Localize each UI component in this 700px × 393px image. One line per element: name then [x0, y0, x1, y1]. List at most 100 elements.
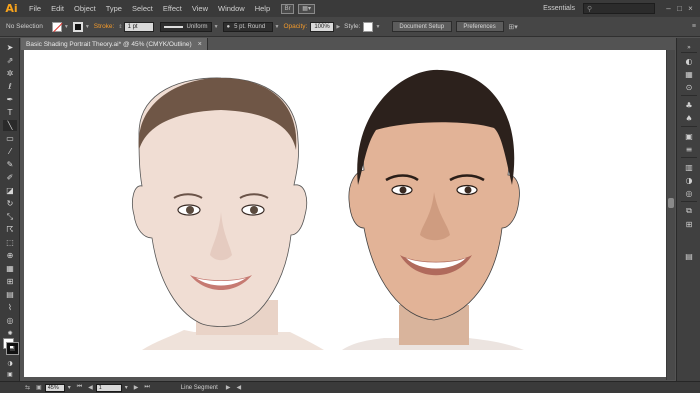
panel-menu-icon[interactable]: ≡	[692, 23, 696, 30]
color-guide-icon[interactable]: ▦	[682, 69, 696, 79]
app-logo: Ai	[5, 2, 18, 15]
tools-panel: ➤ ⇗ ✲ ℓ ✒ T ╲ ▭ ⁄ ✎ ✐ ◪ ↻ ⤡ ☈ ⬚ ⊕ ▦ ⊞ ▤ …	[0, 38, 20, 381]
stroke-swatch[interactable]	[72, 21, 83, 32]
document-title: Basic Shading Portrait Theory.ai* @ 45% …	[26, 40, 192, 48]
search-input[interactable]: ⚲	[583, 3, 655, 14]
chevron-right-icon[interactable]: ▶	[336, 24, 340, 30]
menu-view[interactable]: View	[187, 4, 213, 13]
brushes-icon[interactable]: ♣	[682, 100, 696, 110]
menu-effect[interactable]: Effect	[158, 4, 187, 13]
variable-width-profile[interactable]: Uniform	[159, 21, 212, 32]
chevron-down-icon[interactable]: ▾	[68, 384, 71, 391]
document-profile-icon[interactable]: ⇆	[25, 384, 30, 391]
stroke-weight-field[interactable]: 1 pt	[123, 21, 154, 32]
document-tab[interactable]: Basic Shading Portrait Theory.ai* @ 45% …	[21, 38, 208, 50]
type-tool-icon[interactable]: T	[3, 107, 17, 118]
magic-wand-tool-icon[interactable]: ✲	[3, 68, 17, 79]
eyedropper-tool-icon[interactable]: ⌇	[3, 302, 17, 313]
scroll-thumb[interactable]	[668, 198, 674, 208]
workspace-switcher[interactable]: Essentials	[543, 5, 575, 12]
collapse-panels-icon[interactable]: »	[682, 42, 696, 52]
menu-bar: Ai File Edit Object Type Select Effect V…	[0, 0, 700, 17]
shape-builder-tool-icon[interactable]: ⊕	[3, 250, 17, 261]
transparency-icon[interactable]: ◑	[682, 175, 696, 185]
selection-tool-icon[interactable]: ➤	[3, 42, 17, 53]
zoom-field[interactable]: 45%	[44, 383, 65, 392]
vertical-scrollbar[interactable]	[666, 50, 675, 380]
perspective-grid-tool-icon[interactable]: ▦	[3, 263, 17, 274]
swatches-icon[interactable]: ⊙	[682, 82, 696, 92]
screen-mode-icon[interactable]: ▣	[3, 369, 17, 380]
opacity-label[interactable]: Opacity:	[283, 23, 307, 30]
symbols-icon[interactable]: ♠	[682, 113, 696, 123]
align-icon[interactable]: ▤	[682, 251, 696, 261]
chevron-down-icon[interactable]: ▼	[64, 24, 69, 30]
blob-brush-tool-icon[interactable]: ✐	[3, 172, 17, 183]
graphic-styles-icon[interactable]: ▣	[682, 131, 696, 141]
arrange-icon[interactable]: ⊞▾	[508, 23, 517, 31]
bridge-button[interactable]: Br	[281, 3, 295, 14]
rectangle-tool-icon[interactable]: ▭	[3, 133, 17, 144]
color-panel-icon[interactable]: ◐	[682, 56, 696, 66]
stroke-stepper-icon[interactable]: ⇕	[118, 24, 122, 30]
status-bar: ⇆ ▣ 45% ▾ ⏮ ◀ 1 ▾ ▶ ⏭ Line Segment ▶ ◀	[0, 381, 700, 393]
line-segment-tool-icon[interactable]: ╲	[3, 120, 17, 131]
menu-type[interactable]: Type	[101, 4, 127, 13]
stroke-label[interactable]: Stroke:	[94, 23, 115, 30]
artboard-field[interactable]: 1	[95, 383, 122, 392]
brush-definition[interactable]: ● 5 pt. Round	[222, 21, 273, 32]
graphic-style-swatch[interactable]	[363, 21, 374, 32]
next-artboard-icon[interactable]: ▶	[134, 384, 139, 391]
pen-tool-icon[interactable]: ✒	[3, 94, 17, 105]
first-artboard-icon[interactable]: ⏮	[77, 384, 82, 391]
menu-help[interactable]: Help	[250, 4, 275, 13]
close-tab-icon[interactable]: ×	[198, 41, 202, 48]
warp-tool-icon[interactable]: ☈	[3, 224, 17, 235]
stroke-panel-icon[interactable]: ≡	[682, 144, 696, 154]
resize-icon[interactable]: ◀	[236, 384, 241, 391]
mesh-tool-icon[interactable]: ⊞	[3, 276, 17, 287]
menu-select[interactable]: Select	[127, 4, 158, 13]
chevron-down-icon[interactable]: ▼	[375, 24, 380, 30]
scale-tool-icon[interactable]: ⤡	[3, 211, 17, 222]
minimize-button[interactable]: –	[663, 4, 674, 13]
stroke-color-swatch[interactable]	[6, 342, 19, 355]
artboards-icon[interactable]: ⊞	[682, 219, 696, 229]
canvas-area[interactable]	[21, 50, 675, 380]
pencil-tool-icon[interactable]: ✎	[3, 159, 17, 170]
preferences-button[interactable]: Preferences	[456, 21, 505, 32]
previous-artboard-icon[interactable]: ◀	[88, 384, 93, 391]
free-transform-tool-icon[interactable]: ⬚	[3, 237, 17, 248]
chevron-down-icon[interactable]: ▼	[85, 24, 90, 30]
man-portrait	[342, 69, 524, 350]
eraser-tool-icon[interactable]: ◪	[3, 185, 17, 196]
opacity-field[interactable]: 100%	[310, 21, 335, 32]
navigation-icon[interactable]: ▣	[36, 384, 42, 391]
lasso-tool-icon[interactable]: ℓ	[3, 81, 17, 92]
gradient-panel-icon[interactable]: ▥	[682, 162, 696, 172]
close-window-button[interactable]: ×	[685, 4, 696, 13]
chevron-down-icon[interactable]: ▼	[275, 24, 280, 30]
paintbrush-tool-icon[interactable]: ⁄	[3, 146, 17, 157]
appearance-icon[interactable]: ◎	[682, 188, 696, 198]
artboard[interactable]	[24, 50, 669, 377]
last-artboard-icon[interactable]: ⏭	[144, 384, 149, 391]
blend-tool-icon[interactable]: ◎	[3, 315, 17, 326]
rotate-tool-icon[interactable]: ↻	[3, 198, 17, 209]
menu-file[interactable]: File	[24, 4, 46, 13]
menu-object[interactable]: Object	[69, 4, 101, 13]
woman-portrait	[132, 77, 324, 350]
gradient-tool-icon[interactable]: ▤	[3, 289, 17, 300]
document-setup-button[interactable]: Document Setup	[392, 21, 453, 32]
chevron-down-icon[interactable]: ▼	[214, 24, 219, 30]
chevron-right-icon[interactable]: ▶	[226, 384, 231, 391]
layers-icon[interactable]: ⧉	[682, 206, 696, 216]
maximize-button[interactable]: □	[674, 4, 685, 13]
menu-window[interactable]: Window	[213, 4, 250, 13]
arrange-documents-button[interactable]: ▦▾	[298, 3, 316, 14]
draw-mode-icon[interactable]: ◑	[3, 358, 17, 369]
fill-swatch[interactable]	[51, 21, 62, 32]
direct-selection-tool-icon[interactable]: ⇗	[3, 55, 17, 66]
menu-edit[interactable]: Edit	[46, 4, 69, 13]
chevron-down-icon[interactable]: ▾	[125, 384, 128, 391]
